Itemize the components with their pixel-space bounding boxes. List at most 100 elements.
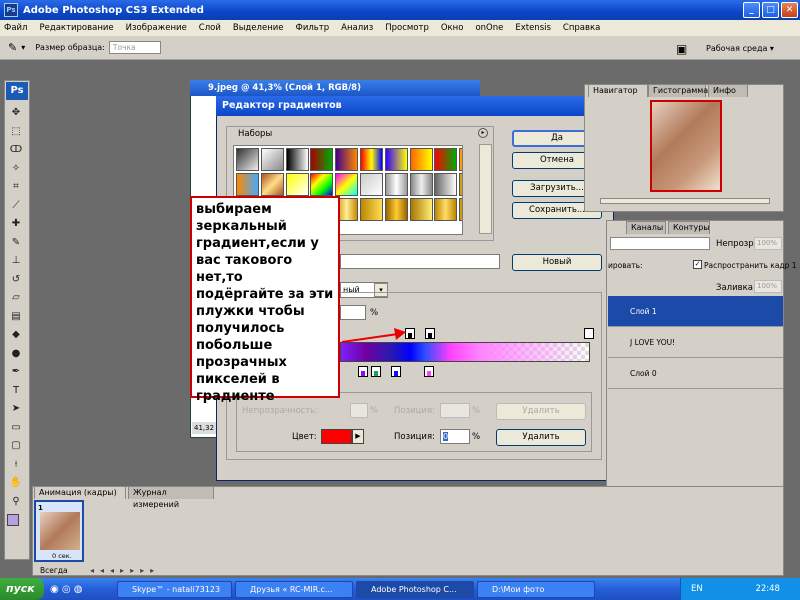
layer-row[interactable]: Слой 1: [608, 296, 783, 327]
delete-opacity-stop-button[interactable]: Удалить: [496, 403, 586, 420]
gradient-preset-swatch[interactable]: [236, 148, 259, 171]
taskbar-item[interactable]: Друзья « RC-MIR.c...: [235, 580, 353, 598]
gradient-tool-icon[interactable]: ▤: [9, 310, 23, 324]
gradient-preset-swatch[interactable]: [459, 172, 462, 196]
frame-delay[interactable]: 0 сек.: [52, 552, 72, 560]
tab-paths[interactable]: Контуры: [668, 221, 710, 234]
opacity-input[interactable]: [350, 403, 368, 418]
propagate-checkbox[interactable]: ✓: [693, 260, 702, 269]
gradient-preset-swatch[interactable]: [434, 197, 458, 221]
history-brush-icon[interactable]: ↺: [9, 273, 23, 287]
color-stop[interactable]: [391, 366, 401, 377]
gradient-preset-swatch[interactable]: [260, 148, 284, 171]
gradient-preset-swatch[interactable]: [360, 148, 383, 171]
blend-mode-select[interactable]: [610, 237, 710, 250]
color-menu-icon[interactable]: ▶: [352, 429, 364, 444]
healing-brush-icon[interactable]: ✚: [9, 217, 23, 231]
menu-item[interactable]: Extensis: [515, 23, 551, 33]
menu-item[interactable]: Анализ: [341, 23, 373, 33]
menu-item[interactable]: Редактирование: [39, 23, 113, 33]
gradient-preset-swatch[interactable]: [260, 172, 284, 196]
tab-info[interactable]: Инфо: [708, 84, 748, 97]
shape-tool-icon[interactable]: ▭: [9, 421, 23, 435]
gradient-preset-swatch[interactable]: [384, 148, 408, 171]
new-button[interactable]: Новый: [512, 254, 602, 271]
zoom-tool-icon[interactable]: ⚲: [9, 495, 23, 509]
taskbar-item[interactable]: Skype™ - natali73123: [117, 580, 232, 598]
start-button[interactable]: пуск: [0, 578, 44, 600]
language-indicator[interactable]: EN: [691, 584, 703, 594]
gradient-preset-swatch[interactable]: [409, 148, 433, 171]
smoothness-input[interactable]: [340, 305, 366, 320]
eyedropper-icon[interactable]: ✎: [8, 41, 17, 54]
gradient-preset-swatch[interactable]: [409, 172, 433, 196]
zoom-slider[interactable]: [600, 198, 770, 204]
hand-tool-icon[interactable]: ✋: [9, 476, 23, 490]
taskbar-item[interactable]: D:\Мои фото: [477, 580, 595, 598]
stamp-tool-icon[interactable]: ⊥: [9, 254, 23, 268]
sample-size-select[interactable]: Точка: [108, 41, 161, 54]
gradient-preset-swatch[interactable]: [459, 148, 462, 171]
maximize-button[interactable]: □: [762, 2, 779, 18]
notes-tool-icon[interactable]: ▢: [9, 439, 23, 453]
menu-item[interactable]: Изображение: [126, 23, 187, 33]
gradient-preset-swatch[interactable]: [434, 148, 458, 171]
presets-menu-icon[interactable]: ▸: [478, 128, 488, 138]
menu-item[interactable]: Файл: [4, 23, 27, 33]
eyedropper-icon[interactable]: ⟊: [9, 458, 23, 472]
gradient-preset-swatch[interactable]: [285, 148, 309, 171]
tool-preset-chevron-icon[interactable]: ▾: [21, 43, 25, 52]
color-stop[interactable]: [358, 366, 368, 377]
slice-tool-icon[interactable]: ⟋: [9, 199, 23, 213]
close-button[interactable]: ✕: [781, 2, 798, 18]
fill-input[interactable]: 100%: [754, 280, 782, 293]
menu-item[interactable]: onOne: [475, 23, 503, 33]
layer-row[interactable]: J LOVE YOU!: [608, 327, 783, 358]
lasso-tool-icon[interactable]: ↀ: [9, 143, 23, 157]
gradient-preset-swatch[interactable]: [384, 172, 408, 196]
menu-item[interactable]: Справка: [563, 23, 600, 33]
magic-wand-icon[interactable]: ✧: [9, 162, 23, 176]
presets-scrollbar[interactable]: [479, 144, 492, 234]
color-stop[interactable]: [424, 366, 434, 377]
layer-row[interactable]: Слой 0: [608, 358, 783, 389]
brush-tool-icon[interactable]: ✎: [9, 236, 23, 250]
menu-item[interactable]: Окно: [441, 23, 464, 33]
menu-item[interactable]: Слой: [199, 23, 221, 33]
minimize-button[interactable]: _: [743, 2, 760, 18]
gradient-preset-swatch[interactable]: [360, 172, 383, 196]
workspace-icon[interactable]: ▣: [676, 42, 687, 56]
gradient-preset-swatch[interactable]: [236, 172, 259, 196]
gradient-preset-swatch[interactable]: [310, 148, 334, 171]
menu-item[interactable]: Выделение: [233, 23, 284, 33]
gradient-preset-swatch[interactable]: [335, 172, 359, 196]
gradient-preset-swatch[interactable]: [335, 148, 359, 171]
playback-controls[interactable]: ◂◂◂▸▸▸▸: [90, 566, 160, 575]
opacity-stop[interactable]: [425, 328, 435, 339]
crop-tool-icon[interactable]: ⌗: [9, 180, 23, 194]
blur-tool-icon[interactable]: ◆: [9, 328, 23, 342]
color-stop[interactable]: [371, 366, 381, 377]
dodge-tool-icon[interactable]: ●: [9, 347, 23, 361]
loop-select[interactable]: Всегда: [40, 566, 68, 575]
move-tool-icon[interactable]: ✥: [9, 106, 23, 120]
marquee-tool-icon[interactable]: ⬚: [9, 125, 23, 139]
gradient-preset-swatch[interactable]: [360, 197, 383, 221]
opacity-location-input[interactable]: [440, 403, 470, 418]
gradient-preset-swatch[interactable]: [285, 172, 309, 196]
tab-measurement-log[interactable]: Журнал измерений: [128, 486, 214, 509]
delete-color-stop-button[interactable]: Удалить: [496, 429, 586, 446]
layer-opacity-input[interactable]: 100%: [754, 237, 782, 250]
tab-histogram[interactable]: Гистограмма: [648, 84, 708, 97]
eraser-tool-icon[interactable]: ▱: [9, 291, 23, 305]
gradient-preset-swatch[interactable]: [434, 172, 458, 196]
menu-item[interactable]: Фильтр: [296, 23, 330, 33]
tab-animation[interactable]: Анимация (кадры): [34, 486, 126, 499]
zoom-readout[interactable]: 41,32: [192, 422, 216, 434]
opacity-stop[interactable]: [584, 328, 594, 339]
foreground-color-swatch[interactable]: [7, 514, 19, 526]
menu-item[interactable]: Просмотр: [385, 23, 429, 33]
navigator-thumbnail[interactable]: [650, 100, 722, 192]
tab-channels[interactable]: Каналы: [626, 221, 666, 234]
gradient-preset-swatch[interactable]: [459, 197, 462, 221]
